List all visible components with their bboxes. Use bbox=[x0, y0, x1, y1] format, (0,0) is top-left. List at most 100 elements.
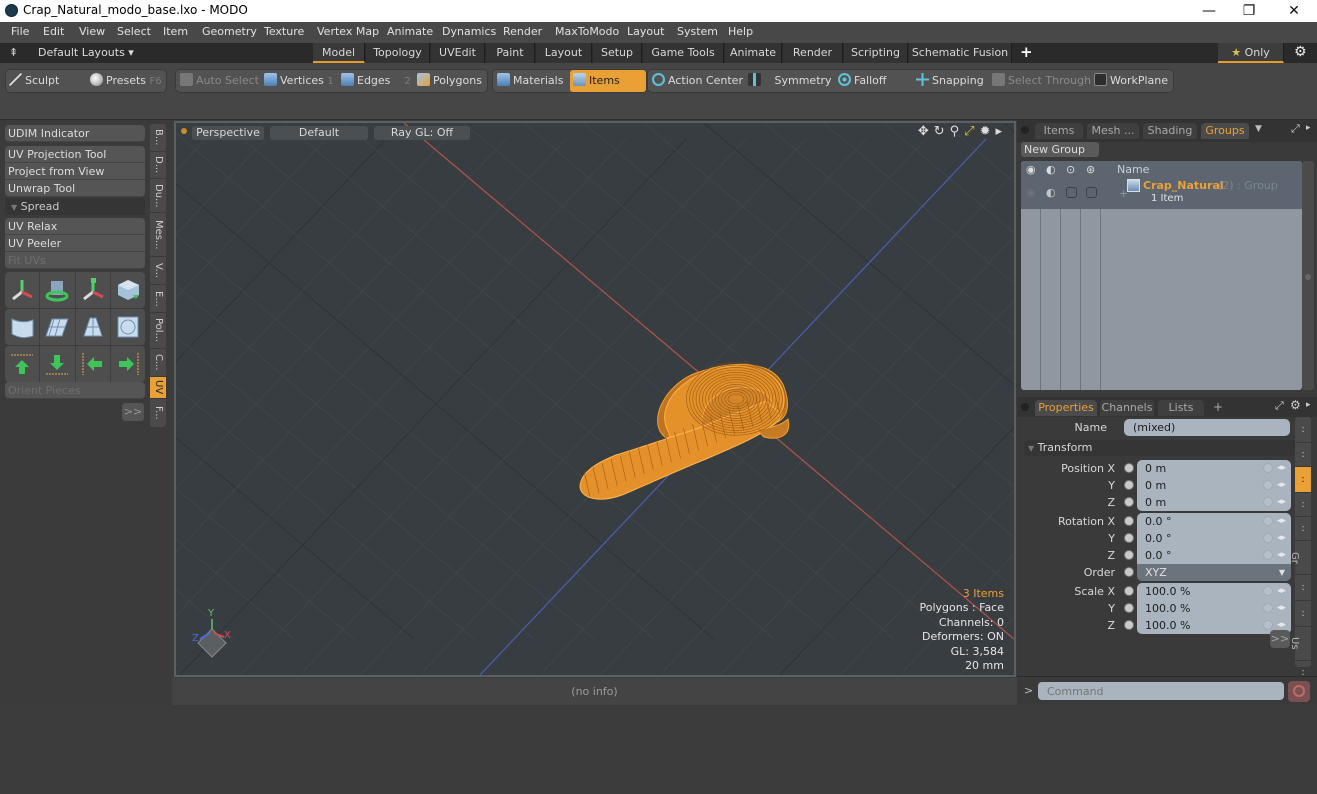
side-tab[interactable]: Gr bbox=[1289, 541, 1311, 575]
tab-game-tools[interactable]: Game Tools bbox=[643, 43, 724, 63]
menu-edit[interactable]: Edit bbox=[43, 25, 64, 38]
position-channel-dot[interactable] bbox=[1124, 463, 1134, 473]
record-macro-button[interactable] bbox=[1288, 681, 1310, 702]
row-lock-checkbox[interactable] bbox=[1066, 187, 1077, 198]
side-tab[interactable]: : bbox=[1295, 601, 1311, 627]
drag-arrows-icon[interactable]: ◂▸ bbox=[1277, 462, 1289, 474]
3d-viewport[interactable]: Y Z X Perspective Default Ray GL: Off ✥ … bbox=[174, 121, 1016, 677]
align-bottom-button[interactable] bbox=[40, 346, 76, 382]
new-group-button[interactable]: New Group bbox=[1021, 142, 1099, 157]
uv-transform-button[interactable] bbox=[111, 272, 145, 308]
properties-more-icon[interactable]: ▸ bbox=[1306, 400, 1311, 410]
more-tools-button[interactable]: >> bbox=[122, 403, 144, 421]
spread-section-header[interactable]: ▼ Spread bbox=[5, 198, 145, 215]
menu-item[interactable]: Item bbox=[163, 25, 188, 38]
polygons-button[interactable]: Polygons bbox=[417, 70, 487, 92]
rotation-channel-dot[interactable] bbox=[1124, 516, 1134, 526]
action-center-button[interactable]: Action Center bbox=[652, 70, 743, 92]
position-field[interactable]: 0 m ◂▸ bbox=[1137, 477, 1291, 494]
vtab-v[interactable]: V... bbox=[150, 257, 166, 285]
udim-indicator-button[interactable]: UDIM Indicator bbox=[5, 125, 145, 142]
panel-more-icon[interactable]: ▸ bbox=[1306, 123, 1311, 133]
scale-channel-dot[interactable] bbox=[1124, 603, 1134, 613]
align-right-button[interactable] bbox=[111, 346, 145, 382]
row-visibility-icon[interactable]: ◉ bbox=[1026, 186, 1036, 199]
name-column-header[interactable]: Name bbox=[1117, 163, 1149, 176]
reset-icon[interactable] bbox=[1263, 550, 1273, 560]
menu-file[interactable]: File bbox=[11, 25, 29, 38]
rotation-field[interactable]: 0.0 ° ◂▸ bbox=[1137, 513, 1291, 530]
side-tab[interactable]: : bbox=[1295, 467, 1311, 493]
menu-vertex-map[interactable]: Vertex Map bbox=[317, 25, 379, 38]
tab-properties[interactable]: Properties bbox=[1035, 400, 1097, 416]
scale-channel-dot[interactable] bbox=[1124, 620, 1134, 630]
edges-button[interactable]: Edges 2 bbox=[341, 70, 413, 92]
tab-uvedit[interactable]: UVEdit bbox=[431, 43, 485, 63]
rotation-order-dropdown[interactable]: XYZ ▼ bbox=[1137, 564, 1291, 581]
scale-channel-dot[interactable] bbox=[1124, 586, 1134, 596]
uv-perspective-button[interactable] bbox=[76, 309, 111, 345]
uv-planar-button[interactable] bbox=[40, 309, 76, 345]
tab-channels[interactable]: Channels bbox=[1100, 400, 1154, 416]
menu-system[interactable]: System bbox=[677, 25, 718, 38]
expand-panel-icon[interactable]: ⤢ bbox=[1291, 122, 1300, 136]
sculpt-button[interactable]: Sculpt bbox=[9, 70, 87, 92]
drag-arrows-icon[interactable]: ◂▸ bbox=[1277, 515, 1289, 527]
rotate-view-icon[interactable]: ↻ bbox=[934, 124, 945, 139]
tab-schematic-fusion[interactable]: Schematic Fusion bbox=[909, 43, 1012, 63]
menu-layout[interactable]: Layout bbox=[627, 25, 664, 38]
scale-field[interactable]: 100.0 % ◂▸ bbox=[1137, 600, 1291, 617]
reset-icon[interactable] bbox=[1263, 620, 1273, 630]
drag-arrows-icon[interactable]: ◂▸ bbox=[1277, 602, 1289, 614]
symmetry-button[interactable]: Symmetry bbox=[748, 70, 832, 92]
viewport-more-icon[interactable]: ▸ bbox=[995, 124, 1002, 139]
vtab-f[interactable]: F... bbox=[150, 399, 166, 427]
tab-paint[interactable]: Paint bbox=[486, 43, 535, 63]
command-input[interactable] bbox=[1038, 682, 1284, 700]
crap-natural-mesh[interactable] bbox=[579, 362, 790, 500]
visibility-column-icon[interactable]: ◉ bbox=[1026, 163, 1036, 176]
transform-section-header[interactable]: ▼ Transform bbox=[1024, 440, 1297, 456]
position-channel-dot[interactable] bbox=[1124, 480, 1134, 490]
orient-pieces-button[interactable]: Orient Pieces bbox=[5, 382, 145, 399]
vtab-pol[interactable]: Pol... bbox=[150, 313, 166, 349]
uv-scale-button[interactable] bbox=[76, 272, 111, 308]
row-render-icon[interactable]: ◐ bbox=[1046, 186, 1056, 199]
reset-icon[interactable] bbox=[1263, 516, 1273, 526]
scale-field[interactable]: 100.0 % ◂▸ bbox=[1137, 617, 1291, 634]
tab-shading[interactable]: Shading bbox=[1143, 123, 1197, 139]
align-top-button[interactable] bbox=[5, 346, 41, 382]
maximize-viewport-icon[interactable]: ⤢ bbox=[964, 124, 974, 139]
maximize-button[interactable]: ❐ bbox=[1226, 0, 1272, 22]
position-field[interactable]: 0 m ◂▸ bbox=[1137, 460, 1291, 477]
workplane-button[interactable]: WorkPlane bbox=[1094, 70, 1172, 92]
project-from-view-button[interactable]: Project from View bbox=[5, 163, 145, 180]
tabs-dropdown-icon[interactable]: ▼ bbox=[1255, 124, 1262, 134]
drag-arrows-icon[interactable]: ◂▸ bbox=[1277, 479, 1289, 491]
uv-box-button[interactable] bbox=[111, 309, 145, 345]
add-layout-tab-button[interactable]: + bbox=[1020, 43, 1033, 61]
gear-icon[interactable]: ⚙ bbox=[1294, 44, 1307, 60]
side-tab[interactable]: : bbox=[1295, 443, 1311, 467]
order-channel-dot[interactable] bbox=[1124, 567, 1134, 577]
menu-help[interactable]: Help bbox=[728, 25, 753, 38]
menu-maxtomodo[interactable]: MaxToModo bbox=[555, 25, 619, 38]
menu-geometry[interactable]: Geometry bbox=[202, 25, 257, 38]
menu-animate[interactable]: Animate bbox=[387, 25, 433, 38]
menu-select[interactable]: Select bbox=[117, 25, 151, 38]
uv-relax-button[interactable]: UV Relax bbox=[5, 218, 145, 235]
uv-projection-tool-button[interactable]: UV Projection Tool bbox=[5, 146, 145, 163]
tab-render[interactable]: Render bbox=[783, 43, 843, 63]
auto-select-button[interactable]: Auto Select bbox=[180, 70, 260, 92]
vtab-du[interactable]: Du... bbox=[150, 179, 166, 213]
drag-arrows-icon[interactable]: ◂▸ bbox=[1277, 532, 1289, 544]
lock-column-icon[interactable]: ⊙ bbox=[1066, 163, 1075, 176]
uv-cylinder-button[interactable] bbox=[5, 309, 41, 345]
group-row[interactable]: ◉ ◐ + Crap_Natural (2) : Group 1 Item bbox=[1021, 178, 1302, 209]
materials-button[interactable]: Materials bbox=[497, 70, 569, 92]
row-select-checkbox[interactable] bbox=[1086, 187, 1097, 198]
uv-move-button[interactable] bbox=[5, 272, 41, 308]
side-tab[interactable]: : bbox=[1295, 493, 1311, 517]
default-layouts-dropdown[interactable]: Default Layouts ▾ bbox=[38, 46, 134, 59]
tab-mesh[interactable]: Mesh ... bbox=[1087, 123, 1139, 139]
